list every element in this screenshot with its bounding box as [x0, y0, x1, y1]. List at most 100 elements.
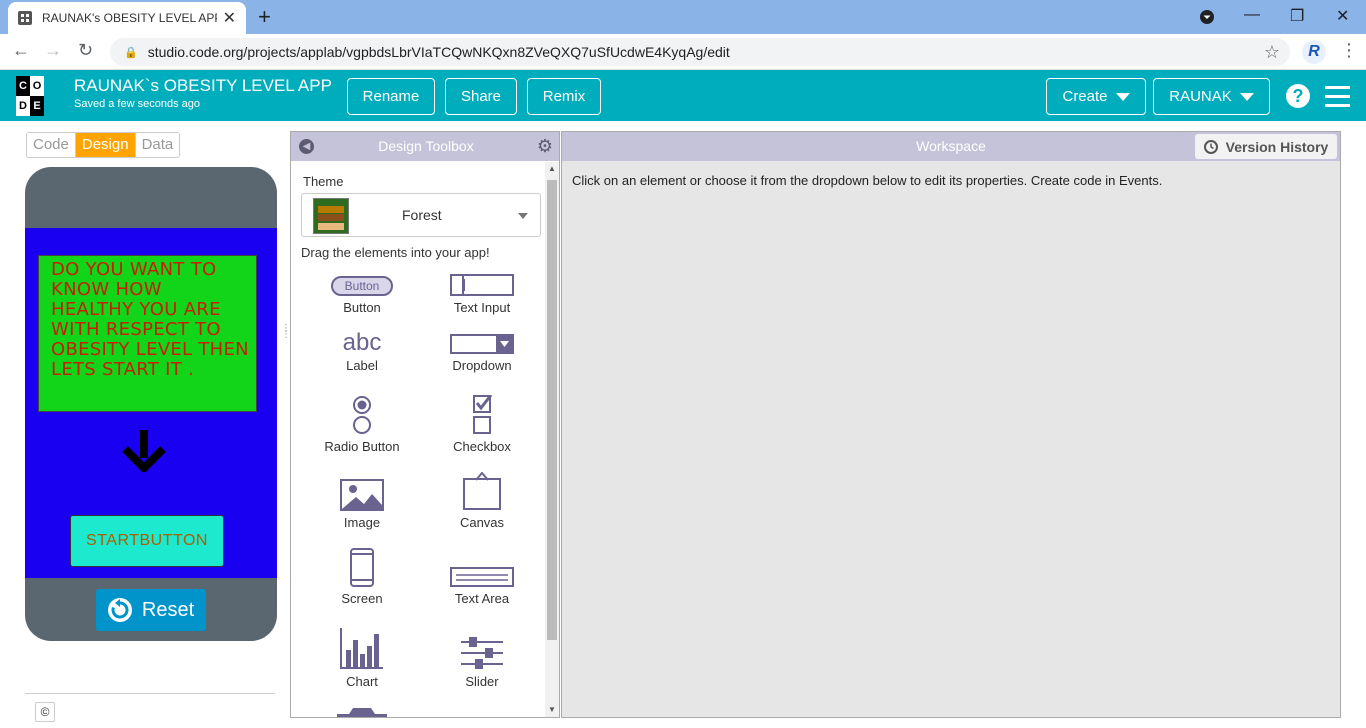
- remix-button[interactable]: Remix: [527, 78, 601, 115]
- workspace-message: Click on an element or choose it from th…: [572, 173, 1163, 188]
- checkbox-icon: [473, 395, 493, 434]
- forward-icon[interactable]: →: [44, 40, 62, 61]
- toolbox-title: Design Toolbox: [378, 138, 474, 154]
- reset-icon: [107, 598, 132, 622]
- version-history-button[interactable]: Version History: [1195, 134, 1337, 159]
- text-area-icon: [450, 567, 514, 587]
- close-tab-icon[interactable]: ✕: [223, 8, 236, 28]
- url-field[interactable]: 🔒 studio.code.org/projects/applab/vgpbds…: [110, 38, 1290, 66]
- tool-image[interactable]: Image: [307, 479, 417, 530]
- new-tab-icon[interactable]: +: [258, 4, 271, 30]
- clock-icon: [1203, 139, 1218, 154]
- tool-canvas[interactable]: Canvas: [427, 472, 537, 530]
- close-window-icon[interactable]: ✕: [1336, 6, 1349, 26]
- tool-label: Radio Button: [324, 439, 400, 454]
- reset-button[interactable]: Reset: [96, 589, 206, 631]
- tool-label: Text Area: [454, 591, 510, 606]
- tool-chart[interactable]: Chart: [307, 626, 417, 689]
- resize-handle[interactable]: ⋮ ⋮: [281, 324, 291, 346]
- reload-icon[interactable]: ↻: [78, 40, 93, 61]
- tool-button[interactable]: Button Button: [307, 272, 417, 315]
- help-icon[interactable]: ?: [1286, 84, 1310, 108]
- back-icon[interactable]: ←: [12, 40, 30, 61]
- tab-data[interactable]: Data: [135, 133, 180, 157]
- gear-icon[interactable]: ⚙: [537, 132, 553, 161]
- toolbox-scrollbar[interactable]: ▲ ▼: [545, 162, 559, 717]
- tool-label: Screen: [341, 591, 383, 606]
- bookmark-star-icon[interactable]: ☆: [1264, 42, 1280, 63]
- tool-text-area[interactable]: Text Area: [427, 565, 537, 606]
- tool-label: Image: [343, 515, 381, 530]
- tab-code[interactable]: Code: [27, 133, 76, 157]
- tool-label: Checkbox: [453, 439, 511, 454]
- tool-label: Button: [343, 300, 381, 315]
- lock-icon: 🔒: [124, 46, 138, 59]
- address-bar-row: ← → ↻ 🔒 studio.code.org/projects/applab/…: [0, 34, 1366, 70]
- scroll-thumb[interactable]: [547, 180, 557, 640]
- tool-screen[interactable]: Screen: [307, 548, 417, 606]
- chart-icon: [340, 628, 383, 669]
- user-name: RAUNAK: [1169, 88, 1232, 105]
- workspace-panel: Workspace Version History Click on an el…: [561, 131, 1341, 718]
- profile-avatar[interactable]: R: [1302, 40, 1326, 64]
- radio-button-icon: [353, 396, 371, 434]
- hamburger-menu-icon[interactable]: [1325, 86, 1350, 107]
- create-dropdown[interactable]: Create: [1046, 78, 1146, 115]
- tab-search-icon[interactable]: [1199, 9, 1215, 25]
- dropdown-icon: [450, 334, 514, 354]
- intro-label[interactable]: DO YOU WANT TO KNOW HOW HEALTHY YOU ARE …: [38, 255, 257, 412]
- tool-label[interactable]: abc Label: [307, 329, 417, 374]
- button-icon: Button: [331, 276, 393, 296]
- scroll-down-icon[interactable]: ▼: [548, 705, 556, 714]
- workspace-title: Workspace: [916, 138, 986, 154]
- theme-dropdown[interactable]: Forest: [301, 193, 541, 237]
- start-button[interactable]: STARTBUTTON: [70, 515, 224, 567]
- tab-design[interactable]: Design: [75, 133, 136, 157]
- browser-tab-title: RAUNAK's OBESITY LEVEL APP -: [42, 11, 217, 25]
- label-icon: abc: [342, 329, 382, 356]
- arrow-down-icon[interactable]: [122, 430, 166, 472]
- design-toolbox: ◀ Design Toolbox ⚙ Theme Forest Drag the…: [290, 131, 560, 718]
- restore-icon[interactable]: ❐: [1290, 6, 1304, 26]
- project-name: RAUNAK`s OBESITY LEVEL APP: [74, 76, 332, 95]
- rename-label: Rename: [362, 88, 420, 105]
- copyright-icon[interactable]: ©: [35, 702, 55, 722]
- tool-label: Label: [346, 358, 378, 373]
- user-menu[interactable]: RAUNAK: [1153, 78, 1270, 115]
- rename-button[interactable]: Rename: [347, 78, 435, 115]
- applab-header: C O D E RAUNAK`s OBESITY LEVEL APP Saved…: [0, 70, 1366, 121]
- divider: [25, 693, 275, 694]
- theme-swatch: [313, 198, 349, 234]
- url-text: studio.code.org/projects/applab/vgpbdsLb…: [147, 44, 730, 60]
- chevron-down-icon: [1239, 92, 1254, 101]
- tool-label: Canvas: [459, 515, 505, 530]
- mode-tabs: Code Design Data: [26, 132, 181, 158]
- collapse-toolbox-icon[interactable]: ◀: [299, 139, 314, 154]
- drag-hint: Drag the elements into your app!: [301, 245, 490, 260]
- version-history-label: Version History: [1225, 138, 1329, 155]
- browser-tab[interactable]: RAUNAK's OBESITY LEVEL APP - ✕: [8, 2, 246, 34]
- remix-label: Remix: [542, 88, 586, 105]
- scroll-up-icon[interactable]: ▲: [548, 164, 556, 173]
- chevron-down-icon: [518, 213, 528, 219]
- share-button[interactable]: Share: [445, 78, 517, 115]
- tool-checkbox[interactable]: Checkbox: [427, 395, 537, 454]
- toolbox-header: ◀ Design Toolbox ⚙: [291, 132, 559, 161]
- tool-slider[interactable]: Slider: [427, 636, 537, 689]
- tool-dropdown[interactable]: Dropdown: [427, 330, 537, 373]
- chevron-down-icon: [1115, 92, 1130, 101]
- logo-letter: O: [30, 76, 44, 96]
- code-org-logo[interactable]: C O D E: [16, 76, 58, 116]
- tool-label: Chart: [346, 674, 378, 689]
- tool-text-input[interactable]: Text Input: [427, 272, 537, 315]
- tool-radio-button[interactable]: Radio Button: [307, 395, 417, 454]
- browser-menu-icon[interactable]: ⋮: [1340, 40, 1358, 61]
- minimize-icon[interactable]: —: [1244, 6, 1260, 24]
- photo-select-icon[interactable]: [337, 708, 387, 718]
- image-icon: [340, 479, 384, 511]
- share-label: Share: [460, 88, 502, 105]
- applab-favicon-icon: [18, 11, 32, 25]
- slider-icon: [461, 637, 503, 669]
- browser-tab-strip: RAUNAK's OBESITY LEVEL APP - ✕ + — ❐ ✕: [0, 0, 1366, 34]
- tool-label: Slider: [465, 674, 499, 689]
